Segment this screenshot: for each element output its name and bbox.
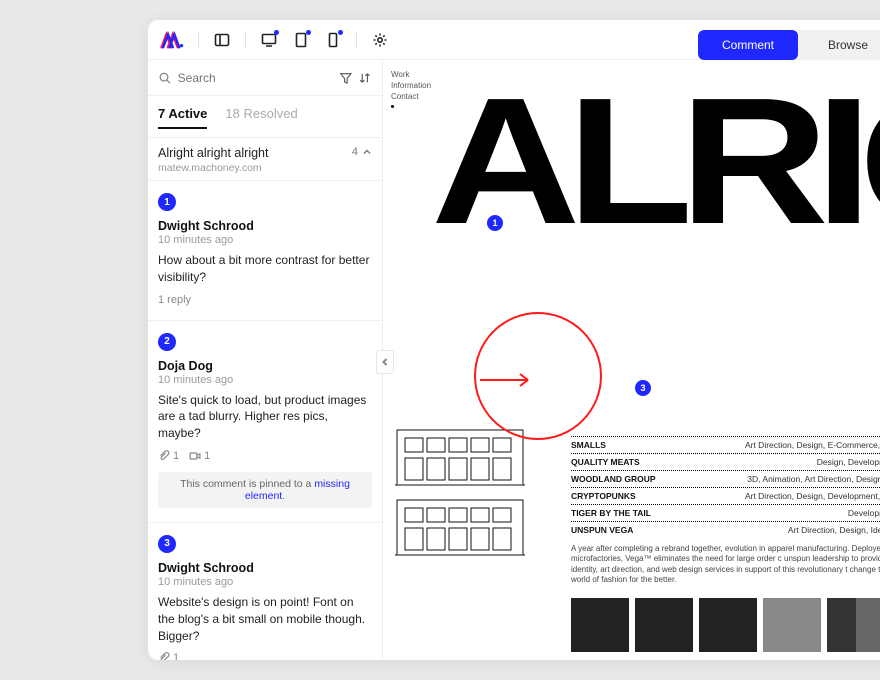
missing-element-link[interactable]: missing element [245,478,350,502]
comment-author: Dwight Schrood [158,561,372,575]
comment-item[interactable]: 3 Dwight Schrood10 minutes ago Website's d… [148,523,382,660]
thread-url: matew.machoney.com [158,162,268,174]
thread-title: Alright alright alright [158,146,268,160]
attachments: 11 [158,450,372,462]
nav-dot [391,105,394,108]
comment-body: Site's quick to load, but product images… [158,392,372,442]
tab-comment[interactable]: Comment [698,30,798,60]
nav-information[interactable]: Information [391,81,431,92]
comment-author: Dwight Schrood [158,219,372,233]
nav-work[interactable]: Work [391,70,431,81]
project-tags: 3D, Animation, Art Direction, Design, De [747,474,880,484]
building-illustration [395,420,525,560]
thread-count: 4 [352,146,372,158]
tab-active[interactable]: 7 Active [158,106,207,129]
project-name: QUALITY MEATS [571,457,640,467]
project-name: WOODLAND GROUP [571,474,656,484]
tablet-view-icon[interactable] [288,27,314,53]
project-tags: Development [848,508,880,518]
app-window: Comment Browse 7 Active 18 Resolved Alri… [148,20,880,660]
search-input[interactable] [178,71,333,85]
status-tabs: 7 Active 18 Resolved [148,96,382,138]
thumb[interactable] [571,598,629,652]
app-logo [160,31,184,49]
project-tags: Art Direction, Design, Development, Stra [745,491,880,501]
project-row[interactable]: WOODLAND GROUP 3D, Animation, Art Directi… [571,470,880,487]
search-row [148,60,382,96]
attachment-clip: 1 [158,450,179,462]
comment-badge: 3 [158,535,176,553]
project-row[interactable]: QUALITY MEATS Design, Development [571,453,880,470]
comment-time: 10 minutes ago [158,234,372,246]
video-icon [189,450,201,462]
project-row[interactable]: TIGER BY THE TAIL Development [571,504,880,521]
hero-text: ALRIG [431,90,880,234]
filter-icon[interactable] [339,70,353,86]
settings-gear-icon[interactable] [367,27,393,53]
project-name: TIGER BY THE TAIL [571,508,651,518]
site-nav: Work Information Contact [391,70,431,108]
desktop-view-icon[interactable] [256,27,282,53]
project-row[interactable]: CRYPTOPUNKS Art Direction, Design, Develo… [571,487,880,504]
search-icon [158,70,172,86]
chevron-left-icon [381,358,389,366]
nav-contact[interactable]: Contact [391,92,431,103]
project-name: CRYPTOPUNKS [571,491,636,501]
chevron-up-icon [362,147,372,157]
comment-badge: 1 [158,193,176,211]
comment-author: Doja Dog [158,359,372,373]
resolved-count: 18 [225,106,239,121]
comments-list[interactable]: 1Dwight Schrood10 minutes agoHow about a… [148,181,382,660]
mode-tabs: Comment Browse [698,30,880,60]
attachment-video: 1 [189,450,210,462]
project-name: UNSPUN VEGA [571,525,633,535]
panel-collapse-handle[interactable] [376,350,394,374]
comment-badge: 2 [158,333,176,351]
page-preview[interactable]: Work Information Contact ALRIG 1 3 SMALL… [383,60,880,660]
thumb[interactable] [635,598,693,652]
thread-header[interactable]: Alright alright alright matew.machoney.c… [148,138,382,181]
thumb[interactable] [699,598,757,652]
sidebar-toggle-icon[interactable] [209,27,235,53]
project-tags: Design, Development [817,457,880,467]
reply-count[interactable]: 1 reply [158,294,372,306]
project-row[interactable]: SMALLS Art Direction, Design, E-Commerce,… [571,436,880,453]
divider [245,31,246,49]
divider [356,31,357,49]
active-label: Active [168,106,207,121]
project-tags: Art Direction, Design, E-Commerce, Stra [745,440,880,450]
preview-pin-3[interactable]: 3 [635,380,651,396]
project-name: SMALLS [571,440,606,450]
project-tags: Art Direction, Design, Identity [788,525,880,535]
tab-resolved[interactable]: 18 Resolved [225,106,297,129]
thumb[interactable] [827,598,880,652]
projects-list: SMALLS Art Direction, Design, E-Commerce,… [571,436,880,660]
attachments: 1 [158,652,372,660]
thumb[interactable] [763,598,821,652]
sort-icon[interactable] [358,70,372,86]
active-count: 7 [158,106,165,121]
comment-time: 10 minutes ago [158,576,372,588]
paperclip-icon [158,652,170,660]
comment-item[interactable]: 1 Dwight Schrood10 minutes ago How about a… [148,181,382,321]
attachment-clip: 1 [158,652,179,660]
comment-item[interactable]: 2 Doja Dog10 minutes ago Site's quick to l… [148,321,382,523]
comment-time: 10 minutes ago [158,374,372,386]
comments-panel: 7 Active 18 Resolved Alright alright alr… [148,60,383,660]
divider [198,31,199,49]
mobile-view-icon[interactable] [320,27,346,53]
comment-body: How about a bit more contrast for better… [158,252,372,286]
project-paragraph: A year after completing a rebrand togeth… [571,544,880,586]
project-thumbs [571,598,880,652]
project-row[interactable]: UNSPUN VEGA Art Direction, Design, Identi… [571,521,880,538]
tab-browse[interactable]: Browse [798,30,880,60]
preview-pin-1[interactable]: 1 [487,215,503,231]
pinned-notice: This comment is pinned to a missing elem… [158,472,372,508]
resolved-label: Resolved [244,106,298,121]
comment-body: Website's design is on point! Font on th… [158,594,372,644]
paperclip-icon [158,450,170,462]
